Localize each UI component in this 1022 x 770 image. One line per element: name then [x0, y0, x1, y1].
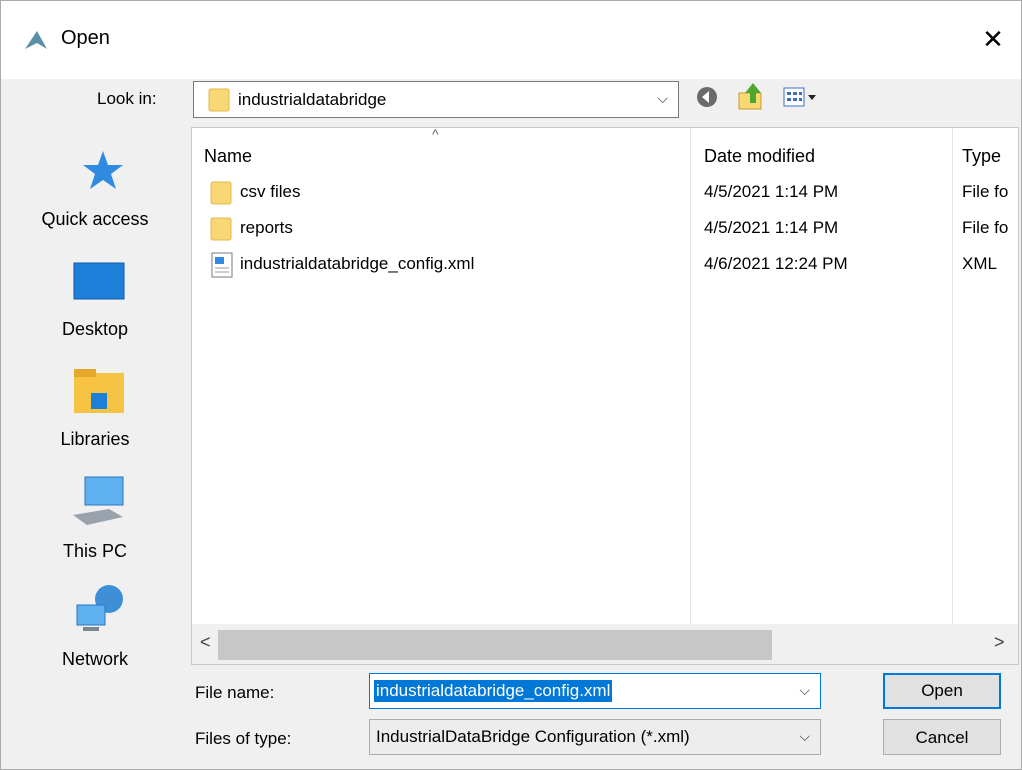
libraries-icon	[74, 369, 124, 413]
file-type: XML	[962, 254, 997, 273]
open-dialog: Open ✕ Look in: industrialdatabridge ⌵ Q…	[0, 0, 1022, 770]
place-label: Network	[61, 649, 128, 669]
chevron-down-icon[interactable]: ⌵	[799, 682, 810, 699]
network-icon	[76, 585, 123, 631]
xml-file-icon	[211, 252, 233, 278]
window-title: Open	[61, 27, 110, 49]
file-name: csv files	[240, 182, 301, 201]
file-name-label: File name:	[195, 683, 275, 702]
list-item[interactable]: reports 4/5/2021 1:14 PM File fo	[192, 212, 1018, 246]
place-quick-access[interactable]: Quick access	[1, 147, 189, 247]
place-label: This PC	[62, 541, 127, 561]
file-date: 4/5/2021 1:14 PM	[704, 182, 839, 201]
look-in-value: industrialdatabridge	[238, 90, 387, 109]
places-bar: Quick access Desktop Libraries This PC N…	[1, 127, 189, 687]
horizontal-scrollbar[interactable]: < >	[192, 624, 1018, 664]
scrollbar-thumb[interactable]	[218, 630, 772, 660]
chevron-down-icon[interactable]: ⌵	[799, 728, 810, 745]
scroll-right-button[interactable]: >	[994, 632, 1005, 653]
open-button[interactable]: Open	[883, 673, 1001, 709]
title-bar[interactable]: Open ✕	[1, 1, 1021, 79]
file-name: reports	[240, 218, 293, 237]
file-list[interactable]: ^ Name Date modified Type csv files 4/5/…	[191, 127, 1019, 665]
file-date: 4/6/2021 12:24 PM	[704, 254, 848, 273]
view-menu-icon[interactable]	[783, 85, 819, 109]
cancel-button[interactable]: Cancel	[883, 719, 1001, 755]
place-label: Libraries	[60, 429, 130, 449]
file-name-input[interactable]: industrialdatabridge_config.xml ⌵	[369, 673, 821, 709]
file-type-value: IndustrialDataBridge Configuration (*.xm…	[376, 727, 690, 746]
back-arrow-icon[interactable]	[695, 85, 719, 109]
list-item[interactable]: csv files 4/5/2021 1:14 PM File fo	[192, 176, 1018, 210]
place-desktop[interactable]: Desktop	[1, 259, 189, 359]
file-type: File fo	[962, 218, 1009, 237]
folder-icon	[210, 181, 232, 205]
file-type: File fo	[962, 182, 1009, 201]
folder-icon	[208, 88, 230, 112]
place-network[interactable]: Network	[1, 583, 189, 683]
computer-icon	[73, 476, 124, 525]
look-in-label: Look in:	[97, 89, 157, 108]
chevron-down-icon[interactable]: ⌵	[657, 90, 668, 107]
look-in-dropdown[interactable]: industrialdatabridge ⌵	[193, 81, 679, 118]
desktop-icon	[73, 262, 125, 300]
app-icon	[25, 31, 47, 49]
star-icon	[83, 151, 123, 189]
file-name: industrialdatabridge_config.xml	[240, 254, 475, 273]
sort-ascending-icon: ^	[432, 127, 439, 142]
file-type-select[interactable]: IndustrialDataBridge Configuration (*.xm…	[369, 719, 821, 755]
column-header-type[interactable]: Type	[962, 146, 1001, 167]
up-folder-icon[interactable]	[737, 81, 767, 113]
place-this-pc[interactable]: This PC	[1, 475, 189, 575]
scroll-left-button[interactable]: <	[200, 632, 211, 653]
file-type-label: Files of type:	[195, 729, 292, 748]
column-header-name[interactable]: Name	[204, 146, 252, 167]
folder-icon	[210, 217, 232, 241]
file-date: 4/5/2021 1:14 PM	[704, 218, 839, 237]
list-item[interactable]: industrialdatabridge_config.xml 4/6/2021…	[192, 248, 1018, 282]
column-header-date[interactable]: Date modified	[704, 146, 815, 167]
file-name-value: industrialdatabridge_config.xml	[374, 680, 613, 702]
place-label: Desktop	[61, 319, 129, 339]
close-button[interactable]: ✕	[973, 19, 1013, 59]
place-label: Quick access	[41, 209, 149, 229]
place-libraries[interactable]: Libraries	[1, 367, 189, 467]
